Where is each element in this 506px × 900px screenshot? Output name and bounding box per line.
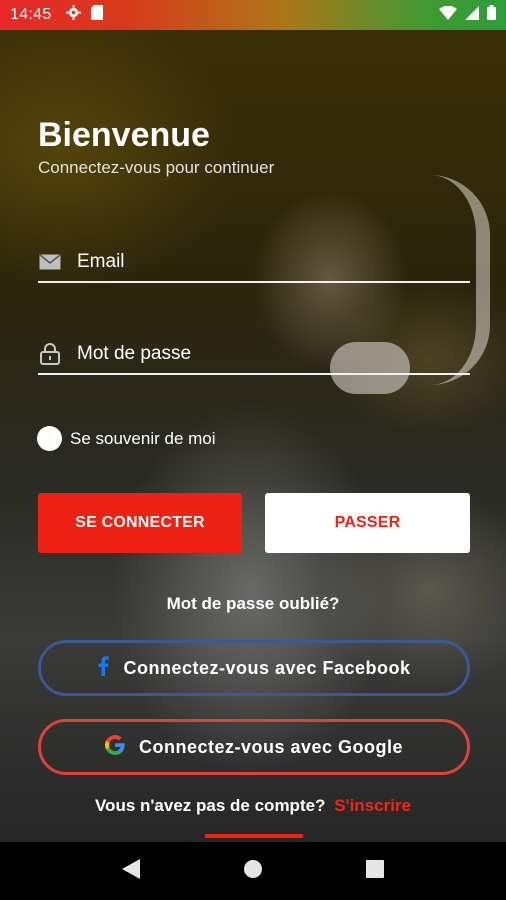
login-screen: 14:45 Bienvenue Connectez-vous pour cont… bbox=[0, 0, 506, 900]
recents-icon[interactable] bbox=[366, 859, 385, 883]
page-subtitle: Connectez-vous pour continuer bbox=[38, 158, 275, 177]
status-left-icons bbox=[65, 5, 103, 25]
bottom-accent-line bbox=[205, 834, 303, 838]
status-right-icons bbox=[439, 5, 496, 25]
battery-icon bbox=[487, 5, 496, 25]
navigation-bar bbox=[0, 842, 506, 900]
signup-link[interactable]: S'inscrire bbox=[334, 796, 411, 815]
google-login-label: Connectez-vous avec Google bbox=[138, 736, 404, 757]
signup-prompt: Vous n'avez pas de compte? S'inscrire bbox=[0, 796, 506, 816]
mail-icon bbox=[38, 254, 62, 270]
skip-button[interactable]: PASSER bbox=[265, 493, 470, 553]
signal-icon bbox=[465, 5, 479, 25]
remember-me-radio[interactable] bbox=[37, 426, 62, 451]
wifi-icon bbox=[439, 5, 457, 25]
sd-card-icon bbox=[90, 5, 103, 25]
gear-icon bbox=[65, 5, 81, 25]
password-field[interactable] bbox=[38, 335, 470, 375]
back-icon[interactable] bbox=[121, 858, 140, 884]
facebook-icon bbox=[97, 655, 110, 681]
login-button[interactable]: SE CONNECTER bbox=[38, 493, 242, 553]
google-login-button[interactable]: Connectez-vous avec Google bbox=[38, 719, 470, 775]
email-input[interactable] bbox=[77, 251, 470, 273]
password-input[interactable] bbox=[77, 343, 470, 365]
forgot-password-link[interactable]: Mot de passe oublié? bbox=[0, 594, 506, 614]
google-icon bbox=[104, 734, 125, 760]
facebook-login-button[interactable]: Connectez-vous avec Facebook bbox=[38, 640, 470, 696]
no-account-text: Vous n'avez pas de compte? bbox=[94, 796, 326, 815]
status-bar: 14:45 bbox=[0, 0, 506, 30]
facebook-login-label: Connectez-vous avec Facebook bbox=[123, 657, 411, 678]
remember-me-label: Se souvenir de moi bbox=[70, 428, 216, 448]
page-title: Bienvenue bbox=[38, 116, 210, 154]
status-time: 14:45 bbox=[10, 6, 52, 23]
remember-me-option[interactable]: Se souvenir de moi bbox=[37, 426, 216, 451]
email-field[interactable] bbox=[38, 243, 470, 283]
home-icon[interactable] bbox=[243, 859, 263, 884]
lock-icon bbox=[38, 343, 62, 365]
